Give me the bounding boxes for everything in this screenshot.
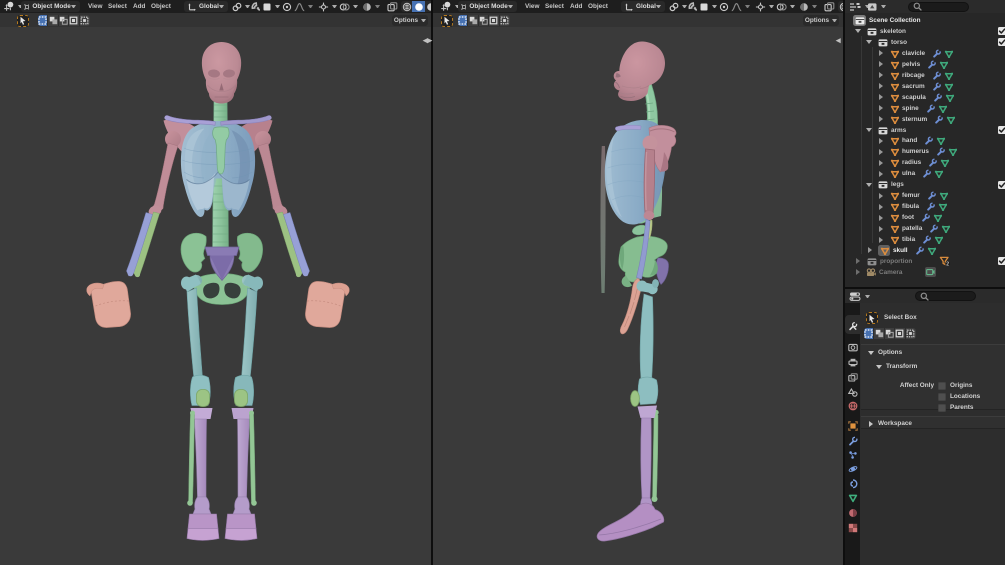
svg-text:2: 2 <box>947 262 950 267</box>
